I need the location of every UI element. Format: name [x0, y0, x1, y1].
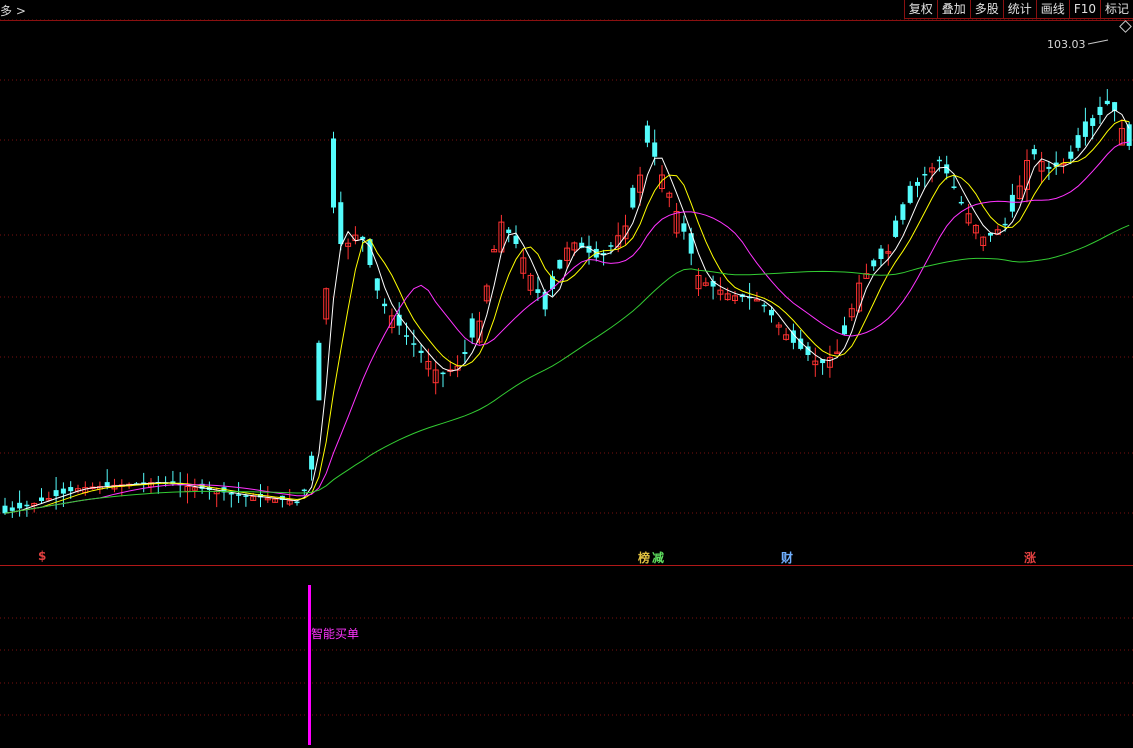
stock-name-menu[interactable]: 多 > — [0, 2, 26, 19]
price-pointer — [1087, 39, 1109, 45]
candle-body — [374, 278, 380, 291]
fuquan-button[interactable]: 复权 — [903, 0, 937, 19]
candle-body — [652, 142, 658, 157]
candle-body — [24, 504, 30, 507]
candle-body — [1090, 118, 1096, 126]
candle-body — [418, 350, 424, 353]
candle-body — [53, 490, 59, 497]
candle-body — [1097, 106, 1103, 115]
candle-body — [462, 352, 468, 354]
candle-body — [557, 259, 563, 269]
multi-stock-button[interactable]: 多股 — [969, 0, 1003, 19]
candle-body — [506, 229, 512, 234]
candle-body — [1082, 121, 1088, 137]
candle-body — [294, 501, 300, 504]
candle-body — [469, 318, 475, 338]
candle-body — [936, 159, 942, 162]
ma-mid-line — [4, 119, 1130, 514]
candle-body — [608, 245, 614, 247]
candle-body — [681, 223, 687, 232]
candle-body — [338, 202, 344, 244]
toolbar: 复权 叠加 多股 统计 画线 F10 标记 — [903, 0, 1133, 20]
f10-button[interactable]: F10 — [1068, 0, 1100, 19]
candle-body — [535, 289, 541, 293]
candle-body — [1068, 151, 1074, 159]
candle-body — [951, 186, 957, 188]
candle-body — [404, 335, 409, 337]
candle-body — [39, 497, 44, 501]
high-price-label: 103.03 — [1047, 38, 1086, 51]
signal-bar — [308, 585, 311, 745]
candle-body — [60, 488, 66, 494]
signal-label: 智能买单 — [311, 627, 360, 641]
candle-body — [382, 303, 388, 307]
candle-body — [17, 502, 23, 509]
candle-body — [878, 248, 884, 259]
candle-body — [2, 505, 8, 514]
candle-body — [1031, 149, 1037, 155]
candle-body — [104, 482, 110, 486]
candle-body — [440, 372, 446, 375]
candle-body — [1046, 166, 1052, 169]
candle-body — [236, 494, 242, 496]
candle-body — [893, 220, 899, 237]
event-marker-jian[interactable]: 减 — [652, 549, 664, 566]
draw-line-button[interactable]: 画线 — [1035, 0, 1069, 19]
statistics-button[interactable]: 统计 — [1002, 0, 1036, 19]
candle-body — [644, 125, 650, 143]
candle-body — [842, 325, 847, 335]
candle-body — [301, 489, 307, 492]
candle-body — [411, 343, 417, 345]
candle-body — [1104, 100, 1110, 105]
candle-body — [309, 455, 315, 470]
mark-button[interactable]: 标记 — [1099, 0, 1133, 19]
candle-body — [68, 487, 74, 492]
candle-body — [316, 342, 322, 401]
candle-body — [958, 201, 964, 204]
ma-slow-line — [4, 141, 1130, 514]
candle-body — [630, 187, 636, 208]
candle-body — [331, 138, 336, 208]
candle-body — [1002, 223, 1008, 226]
event-marker-bang[interactable]: 榜 — [638, 549, 650, 566]
candle-body — [907, 185, 913, 203]
candle-body — [871, 260, 877, 267]
event-marker-dollar[interactable]: $ — [38, 549, 46, 563]
candle-body — [243, 495, 249, 497]
candle-body — [915, 181, 920, 186]
overlay-button[interactable]: 叠加 — [936, 0, 970, 19]
candle-body — [769, 309, 774, 316]
top-bar: 多 > 复权 叠加 多股 统计 画线 F10 标记 — [0, 0, 1133, 20]
candle-body — [761, 304, 767, 307]
candle-body — [922, 174, 928, 176]
kline-chart[interactable] — [0, 0, 1133, 748]
candle-body — [900, 204, 906, 220]
event-marker-cai[interactable]: 财 — [781, 549, 793, 566]
candle-body — [9, 507, 15, 511]
candle-body — [1075, 135, 1081, 148]
candle-body — [513, 235, 519, 244]
event-marker-zhang[interactable]: 涨 — [1024, 549, 1036, 566]
candle-body — [1009, 194, 1015, 212]
